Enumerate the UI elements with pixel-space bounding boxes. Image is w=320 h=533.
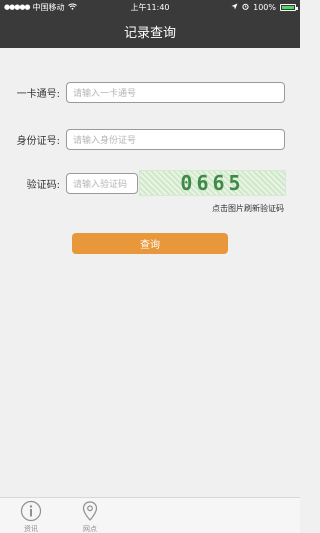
captcha-input[interactable]: 请输入验证码 (66, 172, 138, 194)
alarm-icon (242, 3, 249, 12)
id-number-row: 身份证号: 请输入身份证号 (0, 128, 300, 150)
tab-info-label: 资讯 (24, 525, 38, 533)
captcha-refresh-hint: 点击图片刷新验证码 (212, 204, 284, 213)
carrier-name: 中国移动 (32, 2, 65, 12)
query-button[interactable]: 查询 (72, 233, 228, 254)
page-title: 记录查询 (123, 25, 176, 41)
nav-bar: 记录查询 (0, 14, 300, 48)
id-number-placeholder: 请输入身份证号 (73, 135, 137, 146)
captcha-image[interactable]: 0665 (139, 170, 286, 196)
wifi-icon (67, 3, 77, 12)
status-bar: ●●●●● 中国移动 上午11:40 100% (0, 0, 300, 14)
query-button-label: 查询 (140, 240, 160, 251)
tab-branches[interactable]: 网点 (70, 500, 110, 533)
tab-info[interactable]: 资讯 (11, 500, 51, 533)
card-number-placeholder: 请输入一卡通号 (73, 88, 137, 99)
card-number-input[interactable]: 请输入一卡通号 (66, 81, 285, 103)
captcha-code: 0665 (180, 171, 245, 195)
captcha-placeholder: 请输入验证码 (73, 179, 128, 190)
status-time: 上午11:40 (130, 2, 170, 12)
card-number-label: 一卡通号: (16, 88, 60, 100)
tab-branches-label: 网点 (83, 525, 97, 533)
battery-percentage: 100% (253, 2, 276, 12)
battery-icon (280, 3, 298, 11)
id-number-input[interactable]: 请输入身份证号 (66, 128, 285, 150)
id-number-label: 身份证号: (16, 135, 60, 147)
signal-dots-icon: ●●●●● (4, 3, 31, 11)
info-circle-icon (20, 500, 42, 524)
location-arrow-icon (231, 3, 238, 12)
tab-bar: 资讯 网点 (0, 497, 300, 533)
card-number-row: 一卡通号: 请输入一卡通号 (0, 81, 300, 103)
map-pin-icon (79, 500, 101, 524)
captcha-label: 验证码: (26, 179, 60, 191)
